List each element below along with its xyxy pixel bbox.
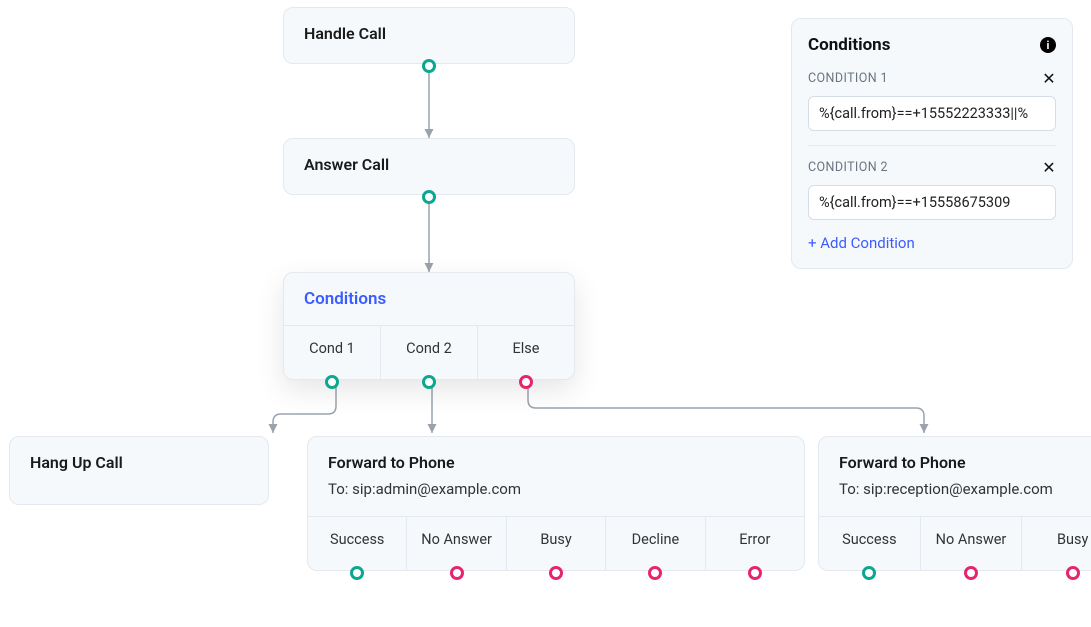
node-answer-call[interactable]: Answer Call bbox=[283, 138, 575, 195]
outcome-success[interactable]: Success bbox=[819, 517, 921, 570]
outcome-busy[interactable]: Busy bbox=[507, 517, 606, 570]
outcome-no-answer[interactable]: No Answer bbox=[921, 517, 1023, 570]
remove-condition-1[interactable]: ✕ bbox=[1042, 69, 1056, 88]
port-cond-1[interactable] bbox=[325, 375, 339, 389]
port-out[interactable] bbox=[422, 59, 436, 73]
outcome-label: No Answer bbox=[936, 531, 1007, 548]
outcome-label: No Answer bbox=[421, 531, 492, 548]
branch-label: Else bbox=[513, 340, 540, 357]
add-condition-link[interactable]: + Add Condition bbox=[808, 234, 1056, 252]
outcome-busy[interactable]: Busy bbox=[1022, 517, 1091, 570]
port-else[interactable] bbox=[519, 375, 533, 389]
branch-cond-1[interactable]: Cond 1 bbox=[284, 326, 381, 379]
condition-2-input[interactable] bbox=[808, 185, 1056, 220]
node-forward-phone-2[interactable]: Forward to Phone To: sip:reception@examp… bbox=[818, 436, 1091, 571]
outcome-label: Error bbox=[739, 531, 770, 548]
port-no-answer[interactable] bbox=[450, 566, 464, 580]
outcome-label: Success bbox=[842, 531, 896, 548]
port-no-answer[interactable] bbox=[964, 566, 978, 580]
node-handle-call[interactable]: Handle Call bbox=[283, 7, 575, 64]
port-error[interactable] bbox=[748, 566, 762, 580]
info-icon[interactable]: i bbox=[1040, 37, 1056, 53]
outcome-label: Busy bbox=[1057, 531, 1088, 548]
condition-1-label: CONDITION 1 bbox=[808, 71, 888, 86]
conditions-panel: Conditions i CONDITION 1 ✕ CONDITION 2 ✕… bbox=[791, 18, 1073, 269]
condition-2-label: CONDITION 2 bbox=[808, 160, 888, 175]
divider bbox=[808, 145, 1056, 146]
port-busy[interactable] bbox=[1066, 566, 1080, 580]
remove-condition-2[interactable]: ✕ bbox=[1042, 158, 1056, 177]
port-success[interactable] bbox=[862, 566, 876, 580]
branch-cond-2[interactable]: Cond 2 bbox=[381, 326, 478, 379]
node-conditions[interactable]: Conditions Cond 1 Cond 2 Else bbox=[283, 272, 575, 380]
node-forward-phone-1[interactable]: Forward to Phone To: sip:admin@example.c… bbox=[307, 436, 805, 571]
node-title: Answer Call bbox=[284, 139, 574, 182]
outcome-no-answer[interactable]: No Answer bbox=[407, 517, 506, 570]
node-subtitle: To: sip:reception@example.com bbox=[819, 480, 1091, 516]
node-title: Forward to Phone bbox=[308, 437, 804, 480]
node-title: Forward to Phone bbox=[819, 437, 1091, 480]
outcome-label: Decline bbox=[632, 531, 680, 548]
outcome-label: Busy bbox=[540, 531, 571, 548]
node-title: Conditions bbox=[284, 273, 574, 325]
node-hang-up-call[interactable]: Hang Up Call bbox=[9, 436, 269, 505]
port-cond-2[interactable] bbox=[422, 375, 436, 389]
node-title: Hang Up Call bbox=[10, 437, 268, 488]
branch-else[interactable]: Else bbox=[478, 326, 574, 379]
branch-label: Cond 2 bbox=[406, 340, 452, 357]
condition-1-input[interactable] bbox=[808, 96, 1056, 131]
node-subtitle: To: sip:admin@example.com bbox=[308, 480, 804, 516]
panel-title: Conditions bbox=[808, 35, 890, 55]
port-success[interactable] bbox=[350, 566, 364, 580]
node-title: Handle Call bbox=[284, 8, 574, 51]
port-decline[interactable] bbox=[648, 566, 662, 580]
outcome-label: Success bbox=[330, 531, 384, 548]
port-out[interactable] bbox=[422, 190, 436, 204]
outcome-decline[interactable]: Decline bbox=[606, 517, 705, 570]
port-busy[interactable] bbox=[549, 566, 563, 580]
outcome-error[interactable]: Error bbox=[706, 517, 804, 570]
outcome-success[interactable]: Success bbox=[308, 517, 407, 570]
branch-label: Cond 1 bbox=[309, 340, 355, 357]
